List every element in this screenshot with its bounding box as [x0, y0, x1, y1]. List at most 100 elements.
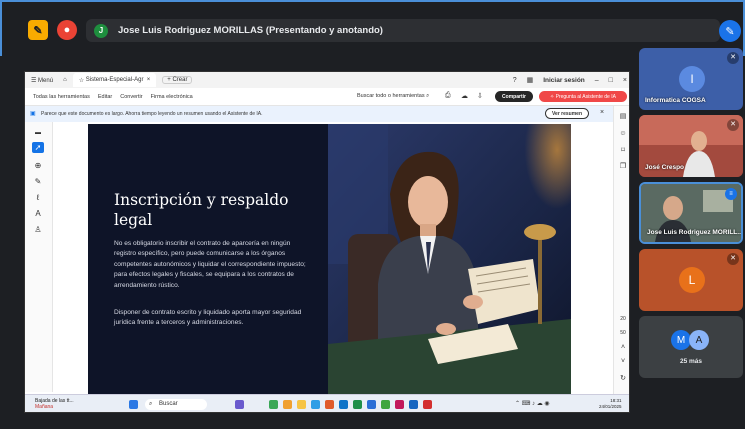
search-tools[interactable]: Buscar todo o herramientas ⌕	[357, 93, 429, 100]
new-tab-button[interactable]: + Crear	[162, 76, 193, 84]
mic-off-icon: ✕	[727, 119, 739, 131]
annotation-tools-rail: ▬ ➚ ⊕ ✎ ℓ A ♙	[25, 122, 53, 392]
slide-paragraph-2: Disponer de contrato escrito y liquidado…	[114, 309, 302, 327]
tab-document[interactable]: ☆ Sistema-Especial-Agr ×	[72, 73, 157, 87]
info-icon: ▣	[30, 111, 36, 117]
window-controls: ? ▦ Iniciar sesión – □ ×	[513, 72, 627, 88]
presenter-banner: J Jose Luis Rodriguez MORILLAS (Presenta…	[86, 19, 720, 42]
cloud-icon[interactable]: ☁	[461, 92, 468, 100]
search-tools-label: Buscar todo o herramientas	[357, 93, 425, 99]
taskbar-search-icon: ⌕	[149, 401, 153, 407]
menu-button[interactable]: ☰ Menú	[31, 77, 53, 84]
lasso-tool-icon[interactable]: ℓ	[32, 192, 44, 203]
app-icon-4[interactable]	[311, 400, 320, 409]
page-down-icon[interactable]: ˅	[617, 358, 629, 365]
minimize-icon[interactable]: –	[595, 77, 599, 84]
pdf-toolbar: Todas las herramientas Editar Convertir …	[25, 88, 629, 106]
weather-widget[interactable]: Bajada de las tt... Mañana	[35, 398, 74, 410]
chrome-icon[interactable]	[269, 400, 278, 409]
select-cursor-icon[interactable]: ➚	[32, 142, 44, 153]
speaking-indicator-icon: ≡	[725, 188, 737, 200]
home-icon[interactable]: ⌂	[63, 77, 67, 83]
participant-tile-1[interactable]: I ✕ Informatica COGSA	[639, 48, 743, 110]
outlook-icon[interactable]	[339, 400, 348, 409]
slide-paragraph-1: No es obligatorio inscribir el contrato …	[114, 240, 306, 289]
more-participants-tile[interactable]: M A 25 más	[639, 316, 743, 378]
tab-close-icon[interactable]: ×	[147, 77, 151, 83]
right-tools-rail: ▤ ☺ ⌑ ❐ 20 50 ˄ ˅ ↻	[613, 106, 629, 396]
lawyer-illustration	[328, 124, 571, 394]
participant-tile-3[interactable]: ≡ Jose Luis Rodriguez MORILL...	[639, 182, 743, 244]
taskbar-search-label: Buscar	[159, 401, 178, 407]
stamp-tool-icon[interactable]: ♙	[32, 224, 44, 235]
ai-assistant-button[interactable]: ✧ Pregunta al Asistente de IA	[539, 91, 627, 102]
menu-label: Menú	[38, 77, 54, 84]
current-page[interactable]: 20	[616, 316, 629, 322]
meeting-top-bar: ✎ ● J Jose Luis Rodriguez MORILLAS (Pres…	[0, 0, 745, 56]
refresh-icon[interactable]: ↻	[617, 374, 629, 382]
participant-tile-2[interactable]: ✕ José Crespo	[639, 115, 743, 177]
close-banner-icon[interactable]: ×	[600, 109, 604, 116]
ai-summary-text: Parece que este documento es largo. Ahor…	[41, 111, 263, 117]
print-icon[interactable]: ⎙	[445, 92, 451, 100]
annotate-pen-icon[interactable]: ✎	[719, 20, 741, 42]
close-window-icon[interactable]: ×	[623, 77, 627, 84]
acrobat-icon[interactable]	[423, 400, 432, 409]
total-pages: 50	[620, 330, 626, 336]
view-summary-button[interactable]: Ver resumen	[545, 108, 589, 119]
ai-summary-banner: ▣ Parece que este documento es largo. Ah…	[25, 106, 629, 122]
stop-presenting-icon[interactable]: ●	[57, 20, 77, 40]
participant-avatar-4: L	[679, 267, 705, 293]
windows-start-icon[interactable]	[129, 400, 138, 409]
more-participants-label: 25 más	[679, 358, 703, 365]
participant-tile-4[interactable]: L ✕	[639, 249, 743, 311]
signin-link[interactable]: Iniciar sesión	[543, 77, 585, 84]
page-up-icon[interactable]: ˄	[617, 344, 629, 351]
help-icon[interactable]: ?	[513, 77, 517, 84]
file-explorer-icon[interactable]	[297, 400, 306, 409]
pen-tool-icon[interactable]: ✎	[32, 176, 44, 187]
search-icon: ⌕	[426, 93, 430, 99]
apps-grid-icon[interactable]: ▦	[527, 76, 534, 84]
taskbar-search[interactable]: ⌕ Buscar	[145, 399, 207, 410]
toolbar-item-all-tools[interactable]: Todas las herramientas	[33, 94, 90, 100]
star-icon: ☆	[78, 77, 85, 84]
stop-annotation-icon[interactable]: ✎	[28, 20, 48, 40]
presenter-avatar: J	[94, 23, 108, 38]
participant-avatar-a: A	[689, 330, 709, 350]
participant-name-3: Jose Luis Rodriguez MORILL...	[647, 229, 743, 236]
download-icon[interactable]: ⇩	[477, 92, 483, 100]
mic-off-icon: ✕	[727, 253, 739, 265]
bookmark-icon[interactable]: ⌑	[617, 146, 629, 154]
zoom-tool-icon[interactable]: ⊕	[32, 160, 44, 171]
ai-panel-icon[interactable]: ▤	[617, 112, 629, 120]
collapse-icon[interactable]: ▬	[32, 128, 44, 139]
teams-icon[interactable]	[235, 400, 244, 409]
tab-title: Sistema-Especial-Agr	[85, 77, 144, 83]
presenter-status: Jose Luis Rodriguez MORILLAS (Presentand…	[118, 25, 383, 36]
slide-title: Inscripción y respaldo legal	[114, 191, 289, 229]
share-button[interactable]: Compartir	[495, 91, 533, 102]
weather-line-2: Mañana	[35, 404, 54, 410]
mic-off-icon: ✕	[727, 52, 739, 64]
whatsapp-icon[interactable]	[381, 400, 390, 409]
app-icon-11[interactable]	[409, 400, 418, 409]
word-icon[interactable]	[367, 400, 376, 409]
toolbar-item-convert[interactable]: Convertir	[120, 94, 142, 100]
app-icon-5[interactable]	[325, 400, 334, 409]
excel-icon[interactable]	[353, 400, 362, 409]
toolbar-item-edit[interactable]: Editar	[98, 94, 112, 100]
comment-icon[interactable]: ☺	[617, 130, 629, 137]
maximize-icon[interactable]: □	[609, 77, 613, 84]
toolbar-item-esign[interactable]: Firma electrónica	[151, 94, 193, 100]
windows-taskbar: Bajada de las tt... Mañana ⌕ Buscar ⌃ ⌨ …	[25, 394, 629, 412]
copy-icon[interactable]: ❐	[617, 162, 629, 170]
app-icon-2[interactable]	[283, 400, 292, 409]
participant-name-2: José Crespo	[645, 164, 685, 171]
taskbar-clock[interactable]: 18:31 24/01/2025	[599, 398, 622, 410]
app-icon-10[interactable]	[395, 400, 404, 409]
participant-name-1: Informatica COGSA	[645, 97, 706, 104]
text-box-tool-icon[interactable]: A	[32, 208, 44, 219]
system-tray-icons[interactable]: ⌃ ⌨ ♪ ☁ ◉	[515, 400, 550, 407]
clock-date: 24/01/2025	[599, 404, 622, 409]
